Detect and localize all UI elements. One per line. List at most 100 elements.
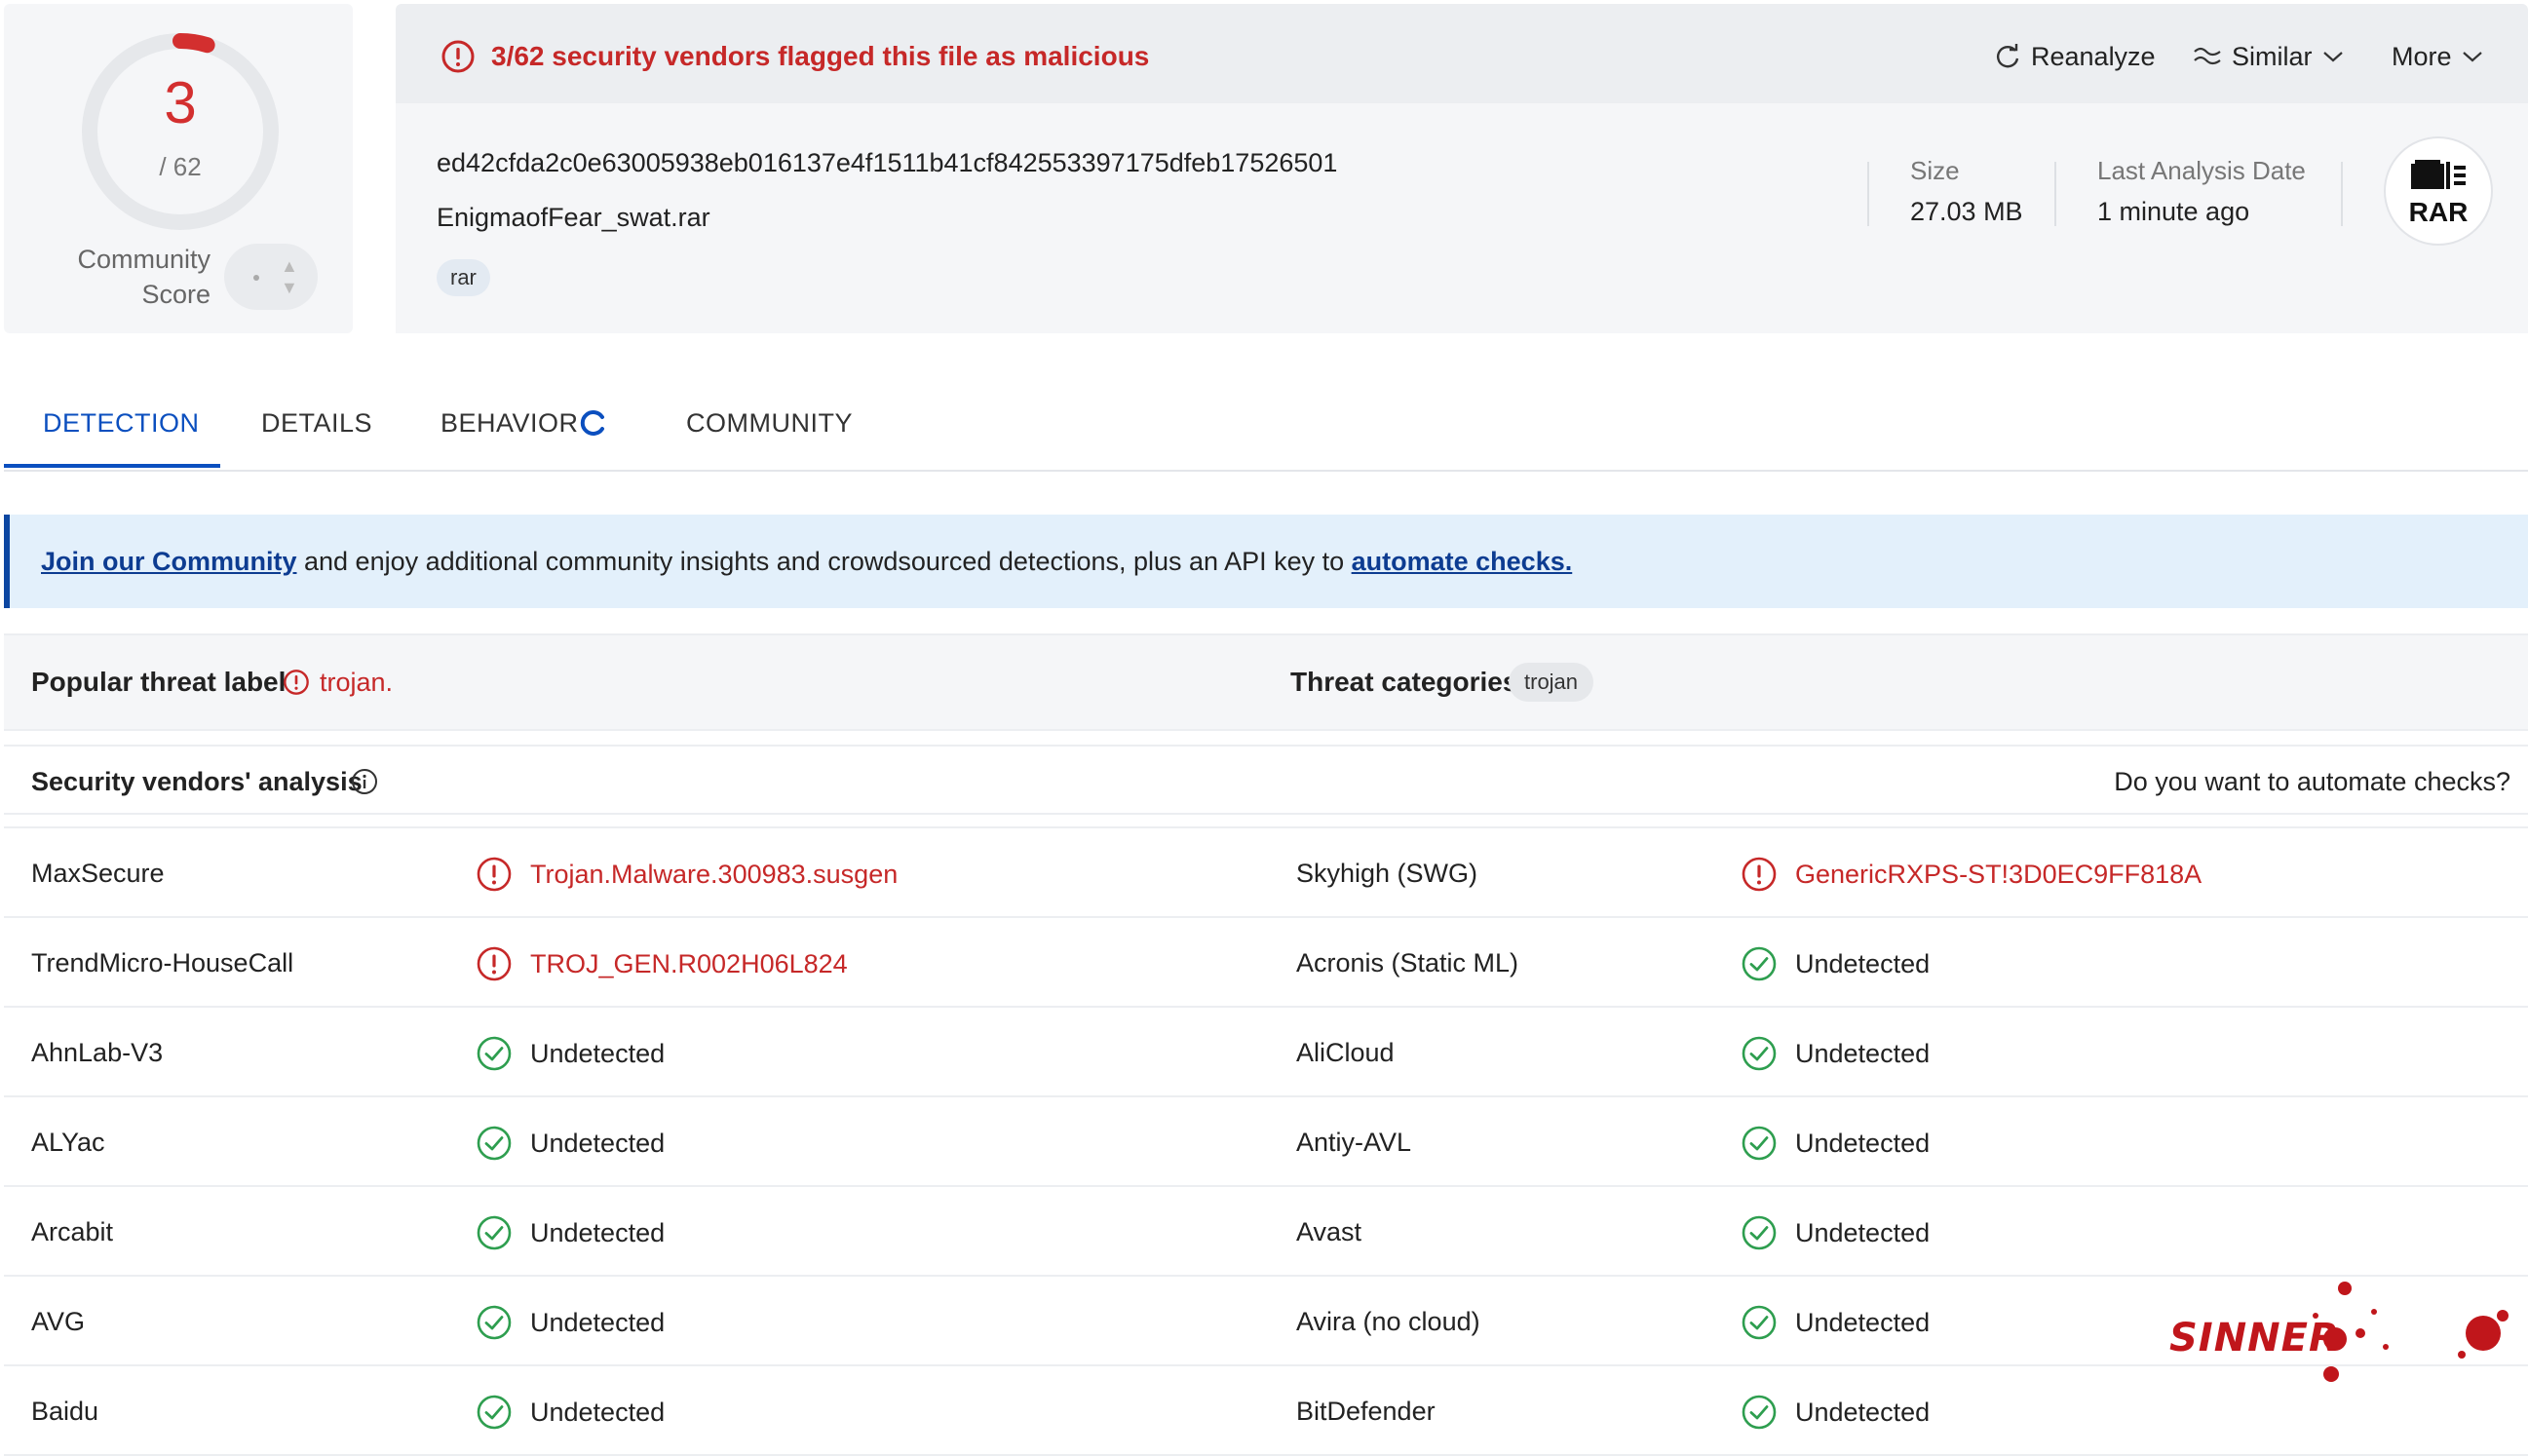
size-label: Size bbox=[1910, 156, 1960, 185]
community-banner: Join our Community and enjoy additional … bbox=[4, 515, 2528, 608]
vendor-name: AhnLab-V3 bbox=[31, 1038, 164, 1067]
community-score-label: Community Score bbox=[77, 245, 211, 309]
vendor-name: Baidu bbox=[31, 1397, 99, 1426]
tab-details[interactable]: DETAILS bbox=[261, 405, 372, 441]
vendor-result-text: Undetected bbox=[1795, 949, 1931, 978]
check-circle-icon bbox=[1742, 1305, 1777, 1340]
vendor-name: ALYac bbox=[31, 1128, 105, 1157]
vendor-result-text: Undetected bbox=[530, 1129, 666, 1158]
check-circle-icon bbox=[477, 1126, 512, 1161]
vendor-result: Undetected bbox=[1741, 1125, 1930, 1162]
more-label: More bbox=[2392, 42, 2452, 71]
vendor-result-text: Undetected bbox=[1795, 1308, 1931, 1337]
vendor-result: Undetected bbox=[1741, 1394, 1930, 1431]
vendor-result: Undetected bbox=[476, 1035, 665, 1072]
check-circle-icon bbox=[1742, 946, 1777, 981]
threat-category-chip[interactable]: trojan bbox=[1509, 663, 1594, 702]
reanalyze-button[interactable]: Reanalyze bbox=[1994, 39, 2156, 74]
banner-text: Join our Community and enjoy additional … bbox=[41, 544, 1572, 579]
vendor-result: Undetected bbox=[1741, 1214, 1930, 1251]
table-row: ALYac Undetected Antiy-AVL Undetected bbox=[4, 1097, 2528, 1187]
vendor-name: BitDefender bbox=[1296, 1397, 1436, 1426]
chevron-down-icon bbox=[2322, 52, 2343, 62]
vendor-result-text: Trojan.Malware.300983.susgen bbox=[530, 860, 899, 889]
vendor-result-text: Undetected bbox=[530, 1398, 666, 1427]
file-hash[interactable]: ed42cfda2c0e63005938eb016137e4f1511b41cf… bbox=[437, 148, 1337, 178]
automate-checks-prompt[interactable]: Do you want to automate checks? bbox=[2114, 764, 2510, 799]
alert-circle-icon bbox=[477, 946, 512, 981]
tab-community[interactable]: COMMUNITY bbox=[686, 405, 853, 441]
threat-categories-label: Threat categories bbox=[1290, 667, 1518, 697]
vendor-result: Undetected bbox=[1741, 945, 1930, 982]
popular-threat-text: trojan. bbox=[320, 668, 394, 697]
vendor-result[interactable]: TROJ_GEN.R002H06L824 bbox=[476, 945, 848, 982]
report-tabs: DETECTION DETAILS BEHAVIOR COMMUNITY bbox=[4, 394, 2528, 472]
active-tab-indicator bbox=[4, 464, 220, 468]
info-circle-icon[interactable] bbox=[351, 768, 378, 795]
detection-count: 3 bbox=[164, 70, 197, 135]
vendors-title: Security vendors' analysis bbox=[31, 767, 363, 796]
automate-checks-link[interactable]: automate checks. bbox=[1352, 547, 1573, 576]
malicious-alert-text: 3/62 security vendors flagged this file … bbox=[491, 41, 1150, 71]
file-type-label: RAR bbox=[2408, 197, 2469, 227]
more-button[interactable]: More bbox=[2392, 39, 2483, 74]
vendor-result: Undetected bbox=[1741, 1304, 1930, 1341]
vendor-result: Undetected bbox=[476, 1304, 665, 1341]
virustotal-page: 3 / 62 Community Score ▲ ▼ 3/62 security… bbox=[0, 0, 2528, 1456]
last-analysis-value: 1 minute ago bbox=[2097, 197, 2250, 226]
vendors-table: MaxSecure Trojan.Malware.300983.susgen Sky… bbox=[4, 826, 2528, 1456]
vendor-result[interactable]: Trojan.Malware.300983.susgen bbox=[476, 856, 898, 893]
tab-detection[interactable]: DETECTION bbox=[43, 405, 200, 441]
table-row: TrendMicro-HouseCall TROJ_GEN.R002H06L824… bbox=[4, 918, 2528, 1008]
vendor-result-text: Undetected bbox=[1795, 1129, 1931, 1158]
tabs-divider bbox=[4, 470, 2528, 472]
check-circle-icon bbox=[1742, 1126, 1777, 1161]
tab-behavior[interactable]: BEHAVIOR bbox=[440, 405, 579, 441]
community-vote-control[interactable]: ▲ ▼ bbox=[224, 244, 318, 310]
vendor-result-text: Undetected bbox=[530, 1308, 666, 1337]
vote-dot bbox=[253, 275, 259, 281]
vendor-result-text: TROJ_GEN.R002H06L824 bbox=[530, 949, 848, 978]
popular-threat-value[interactable]: trojan. bbox=[283, 665, 393, 700]
file-type-badge: RAR bbox=[2384, 136, 2493, 246]
alert-circle-icon bbox=[1742, 857, 1777, 892]
vote-up-icon[interactable]: ▲ bbox=[281, 257, 298, 275]
vendor-name: Antiy-AVL bbox=[1296, 1128, 1412, 1157]
file-info-panel: ed42cfda2c0e63005938eb016137e4f1511b41cf… bbox=[396, 103, 2528, 333]
join-community-link[interactable]: Join our Community bbox=[41, 547, 297, 576]
vendor-result-text: Undetected bbox=[1795, 1039, 1931, 1068]
alert-circle-icon bbox=[441, 40, 475, 73]
vendor-name: Arcabit bbox=[31, 1217, 114, 1246]
check-circle-icon bbox=[477, 1215, 512, 1250]
vendor-name: Acronis (Static ML) bbox=[1296, 948, 1519, 977]
check-circle-icon bbox=[477, 1305, 512, 1340]
vendor-result-text: Undetected bbox=[530, 1218, 666, 1247]
vendor-name: AVG bbox=[31, 1307, 86, 1336]
check-circle-icon bbox=[1742, 1036, 1777, 1071]
banner-middle-text: and enjoy additional community insights … bbox=[296, 547, 1352, 576]
table-row: Baidu Undetected BitDefender Undetected bbox=[4, 1366, 2528, 1456]
check-circle-icon bbox=[477, 1036, 512, 1071]
file-tag[interactable]: rar bbox=[437, 259, 490, 296]
table-row: AhnLab-V3 Undetected AliCloud Undetected bbox=[4, 1008, 2528, 1097]
last-analysis-label: Last Analysis Date bbox=[2097, 156, 2306, 185]
vendor-result-text: Undetected bbox=[1795, 1218, 1931, 1247]
similar-waves-icon bbox=[2194, 47, 2221, 65]
vendor-result: Undetected bbox=[476, 1394, 665, 1431]
table-row: Arcabit Undetected Avast Undetected bbox=[4, 1187, 2528, 1277]
check-circle-icon bbox=[477, 1395, 512, 1430]
alert-header: 3/62 security vendors flagged this file … bbox=[396, 4, 2528, 103]
size-value: 27.03 MB bbox=[1910, 197, 2023, 226]
similar-button[interactable]: Similar bbox=[2193, 39, 2344, 74]
alert-circle-icon bbox=[477, 857, 512, 892]
check-circle-icon bbox=[1742, 1395, 1777, 1430]
vote-down-icon[interactable]: ▼ bbox=[281, 279, 298, 296]
vendor-name: MaxSecure bbox=[31, 859, 165, 888]
vendor-name: TrendMicro-HouseCall bbox=[31, 948, 294, 977]
vendor-result: Undetected bbox=[1741, 1035, 1930, 1072]
vendor-result-text: Undetected bbox=[1795, 1398, 1931, 1427]
vendor-result: Undetected bbox=[476, 1214, 665, 1251]
popular-threat-label: Popular threat label bbox=[31, 667, 287, 697]
vendor-result[interactable]: GenericRXPS-ST!3D0EC9FF818A bbox=[1741, 856, 2202, 893]
vendors-header: Security vendors' analysis Do you want t… bbox=[4, 745, 2528, 815]
